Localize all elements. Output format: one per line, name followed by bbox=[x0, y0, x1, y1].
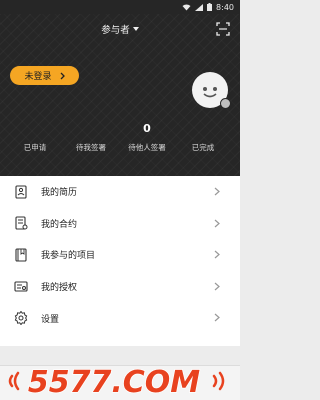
stat-awaiting-my-signature[interactable]: 待我签署 bbox=[61, 122, 121, 153]
stat-awaiting-others-signature[interactable]: 0 待他人签署 bbox=[117, 122, 177, 153]
role-label: 参与者 bbox=[101, 25, 130, 36]
scan-icon[interactable] bbox=[216, 22, 230, 36]
stats-row: 已申请 待我签署 0 待他人签署 已完成 bbox=[0, 122, 240, 172]
menu-item-my-projects[interactable]: 我参与的项目 bbox=[0, 239, 240, 271]
stat-completed[interactable]: 已完成 bbox=[173, 122, 233, 153]
menu-item-authorizations[interactable]: 我的授权 bbox=[0, 271, 240, 303]
stat-label: 待我签署 bbox=[76, 143, 106, 152]
stat-label: 已申请 bbox=[23, 143, 47, 152]
watermark-text: 5577.COM bbox=[28, 365, 200, 398]
resume-icon bbox=[14, 185, 28, 199]
menu-item-contracts[interactable]: 我的合约 bbox=[0, 208, 240, 240]
stat-count bbox=[173, 122, 233, 136]
menu-item-label: 设置 bbox=[41, 314, 60, 325]
role-switcher[interactable]: 参与者 bbox=[0, 22, 240, 36]
chevron-right-icon bbox=[214, 187, 220, 196]
gear-icon bbox=[14, 311, 28, 326]
menu-list: 我的简历 我的合约 我参与的项目 我的授权 设置 bbox=[0, 176, 240, 346]
chevron-right-icon bbox=[214, 282, 220, 291]
chevron-right-icon bbox=[214, 250, 220, 259]
stat-count bbox=[61, 122, 121, 136]
menu-item-label: 我的合约 bbox=[41, 219, 78, 230]
menu-item-label: 我的简历 bbox=[41, 188, 78, 199]
status-bar: 8:40 bbox=[0, 0, 240, 14]
chevron-right-icon bbox=[214, 313, 220, 322]
menu-item-resume[interactable]: 我的简历 bbox=[0, 176, 240, 208]
menu-item-label: 我的授权 bbox=[41, 283, 78, 294]
contract-icon bbox=[14, 216, 28, 230]
site-watermark: 5577.COM bbox=[8, 364, 225, 398]
signal-icon bbox=[195, 3, 204, 11]
caret-down-icon bbox=[132, 27, 139, 31]
stat-count bbox=[5, 122, 65, 136]
avatar-settings-icon bbox=[220, 98, 231, 109]
chevron-right-icon bbox=[214, 219, 220, 228]
profile-header: 参与者 未登录 已申请 待我签署 0 待他人签署 已完成 bbox=[0, 14, 240, 176]
stat-label: 待他人签署 bbox=[128, 143, 166, 152]
stat-label: 已完成 bbox=[191, 143, 215, 152]
login-button[interactable]: 未登录 bbox=[10, 66, 79, 85]
status-time: 8:40 bbox=[216, 2, 234, 12]
battery-icon bbox=[207, 3, 213, 11]
chevron-right-icon bbox=[60, 72, 65, 79]
menu-item-label: 我参与的项目 bbox=[41, 251, 96, 262]
wifi-icon bbox=[182, 3, 191, 10]
stat-count: 0 bbox=[143, 122, 151, 135]
stat-applied[interactable]: 已申请 bbox=[5, 122, 65, 153]
menu-item-settings[interactable]: 设置 bbox=[0, 302, 240, 334]
book-icon bbox=[14, 248, 28, 262]
login-button-label: 未登录 bbox=[24, 72, 52, 82]
certificate-icon bbox=[14, 280, 28, 294]
